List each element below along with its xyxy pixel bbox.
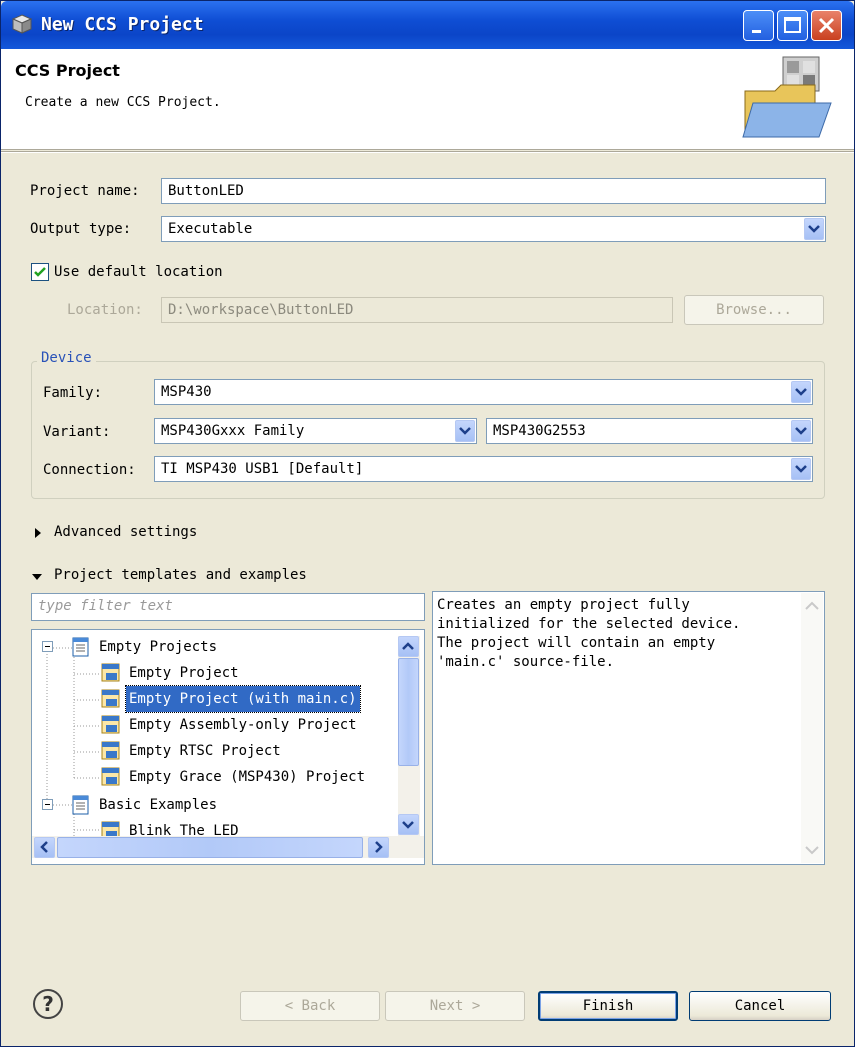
wizard-header: CCS Project Create a new CCS Project. [1,49,854,150]
scroll-right-button[interactable] [368,837,389,858]
expand-arrow-icon[interactable] [35,528,41,538]
variant-family-value: MSP430Gxxx Family [161,423,305,439]
chevron-down-icon[interactable] [791,458,811,480]
chevron-down-icon[interactable] [804,218,824,240]
scroll-up-button[interactable] [398,636,419,657]
minimize-button[interactable] [743,10,774,41]
project-templates-toggle[interactable]: Project templates and examples [54,567,307,583]
scroll-arrows-icon [805,601,819,855]
collapse-node-icon[interactable] [42,641,53,652]
collapse-node-icon[interactable] [42,799,53,810]
header-separator [1,151,854,153]
back-button[interactable]: < Back [240,991,380,1021]
connection-select[interactable]: TI MSP430 USB1 [Default] [154,456,813,482]
family-select[interactable]: MSP430 [154,379,813,405]
vertical-scroll-thumb[interactable] [398,658,419,766]
project-template-icon [101,663,120,682]
folder-templates-icon [72,795,89,815]
template-tree[interactable]: Empty Projects Empty Project Empty Proje… [31,629,425,865]
window-title: New CCS Project [41,14,204,35]
tree-item-empty-grace-project[interactable]: Empty Grace (MSP430) Project [32,764,398,790]
template-description-text: Creates an empty project fully initializ… [437,597,741,670]
collapse-arrow-icon[interactable] [32,574,42,580]
project-name-label: Project name: [30,183,140,199]
tree-item-empty-project-main[interactable]: Empty Project (with main.c) [32,685,398,713]
variant-family-select[interactable]: MSP430Gxxx Family [154,418,477,444]
connection-value: TI MSP430 USB1 [Default] [161,461,364,477]
family-label: Family: [43,385,103,401]
variant-device-value: MSP430G2553 [493,423,586,439]
browse-button[interactable]: Browse... [684,295,824,325]
project-template-icon [101,689,120,708]
new-ccs-project-dialog: New CCS Project CCS Project Create a new… [0,0,855,1047]
description-scrollbar[interactable] [801,593,823,863]
output-type-select[interactable]: Executable [161,216,826,242]
use-default-location-checkbox[interactable] [31,263,49,281]
project-template-icon [101,767,120,786]
page-description: Create a new CCS Project. [25,95,221,110]
output-type-label: Output type: [30,221,132,237]
close-button[interactable] [811,10,842,41]
folder-templates-icon [72,637,89,657]
output-type-value: Executable [168,221,253,237]
project-template-icon [101,741,120,760]
location-input[interactable]: D:\workspace\ButtonLED [161,297,673,323]
chevron-down-icon[interactable] [455,420,475,442]
tree-item-empty-rtsc-project[interactable]: Empty RTSC Project [32,738,398,764]
chevron-down-icon[interactable] [791,381,811,403]
horizontal-scroll-thumb[interactable] [57,837,363,858]
finish-button[interactable]: Finish [538,991,678,1021]
page-title: CCS Project [15,61,120,80]
checkmark-icon [34,267,46,277]
tree-item-basic-examples[interactable]: Basic Examples [32,792,398,818]
use-default-location-label: Use default location [54,264,223,280]
maximize-button[interactable] [777,10,808,41]
family-value: MSP430 [161,384,212,400]
variant-device-select[interactable]: MSP430G2553 [486,418,813,444]
filter-placeholder: type filter text [38,598,173,614]
device-group-title: Device [37,350,96,366]
tree-horizontal-scrollbar[interactable] [32,836,424,858]
tree-item-empty-assembly-project[interactable]: Empty Assembly-only Project [32,712,398,738]
tree-vertical-scrollbar[interactable] [398,636,420,836]
title-bar[interactable]: New CCS Project [1,1,854,49]
cancel-button[interactable]: Cancel [689,991,831,1021]
template-filter-input[interactable]: type filter text [31,593,425,621]
ccs-cube-icon [11,14,33,34]
scroll-left-button[interactable] [34,837,55,858]
template-description-panel: Creates an empty project fully initializ… [432,591,825,865]
next-button[interactable]: Next > [385,991,525,1021]
project-template-icon [101,715,120,734]
scroll-down-button[interactable] [398,814,419,835]
connection-label: Connection: [43,462,136,478]
chevron-down-icon[interactable] [791,420,811,442]
help-icon[interactable]: ? [33,989,63,1019]
new-project-folder-icon [742,56,832,138]
location-label: Location: [67,302,143,318]
tree-item-empty-projects[interactable]: Empty Projects [32,634,398,660]
variant-label: Variant: [43,424,111,440]
project-name-input[interactable]: ButtonLED [161,178,826,204]
tree-item-empty-project[interactable]: Empty Project [32,660,398,686]
advanced-settings-toggle[interactable]: Advanced settings [54,524,197,540]
